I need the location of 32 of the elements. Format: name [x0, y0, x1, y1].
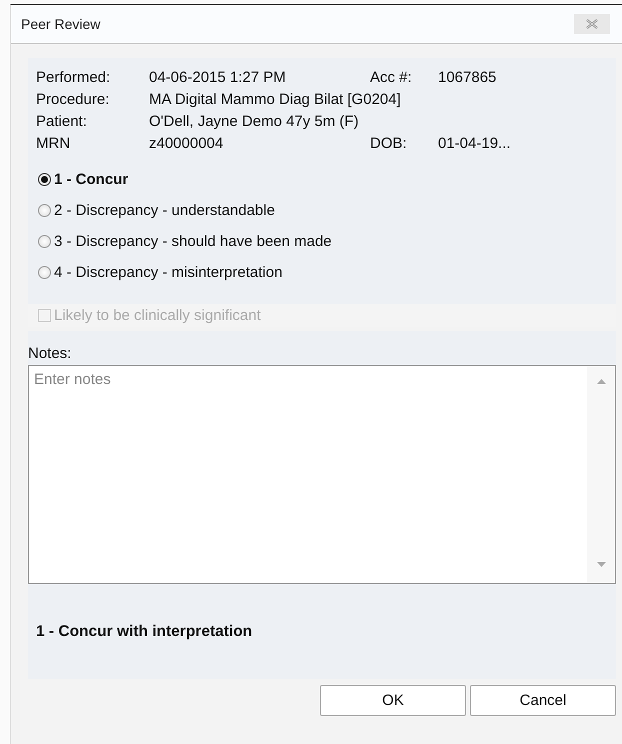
- field-value: 04-06-2015 1:27 PM: [149, 68, 287, 86]
- option-label[interactable]: 1 - Concur: [54, 171, 128, 188]
- field-value: z40000004: [149, 134, 224, 152]
- field-label: DOB:: [370, 134, 408, 152]
- window-title: Peer Review: [21, 16, 100, 32]
- option-label[interactable]: 4 - Discrepancy - misinterpretation: [54, 264, 282, 281]
- option-label[interactable]: 3 - Discrepancy - should have been made: [54, 233, 332, 250]
- close-icon: [586, 19, 598, 29]
- field-label: Procedure:: [36, 90, 110, 108]
- notes-field[interactable]: Enter notes: [28, 365, 616, 584]
- notes-label: Notes:: [28, 331, 616, 365]
- field-label: Acc #:: [370, 68, 413, 86]
- scroll-down-icon[interactable]: [596, 562, 606, 567]
- scrollbar[interactable]: [587, 366, 615, 583]
- cancel-button[interactable]: Cancel: [470, 685, 616, 716]
- field-value: MA Digital Mammo Diag Bilat [G0204]: [149, 90, 401, 108]
- close-button[interactable]: [574, 14, 610, 34]
- field-value: 01-04-19...: [438, 134, 511, 152]
- field-label: MRN: [36, 134, 72, 152]
- checkbox-label: Likely to be clinically significant: [54, 307, 261, 324]
- radio-button[interactable]: [38, 266, 51, 279]
- field-value: O'Dell, Jayne Demo 47y 5m (F): [149, 112, 359, 130]
- field-value: 1067865: [438, 68, 496, 86]
- radio-button[interactable]: [38, 204, 51, 217]
- scroll-up-icon[interactable]: [596, 379, 606, 384]
- field-label: Patient:: [36, 112, 88, 130]
- radio-button[interactable]: [38, 173, 51, 186]
- ok-button[interactable]: OK: [320, 685, 466, 716]
- radio-button[interactable]: [38, 235, 51, 248]
- description-text: 1 - Concur with interpretation: [36, 622, 252, 640]
- option-label[interactable]: 2 - Discrepancy - understandable: [54, 202, 275, 219]
- field-label: Performed:: [36, 68, 112, 86]
